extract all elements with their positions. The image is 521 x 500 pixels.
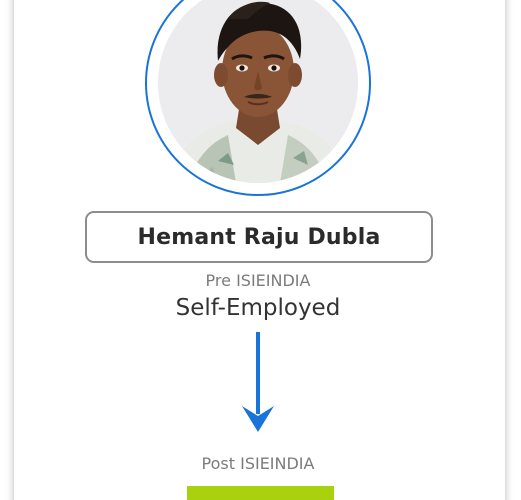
profile-photo [158, 0, 358, 183]
page: Hemant Raju Dubla Pre ISIEINDIA Self-Emp… [0, 0, 521, 500]
arrow-down-icon [242, 332, 274, 432]
name-box: Hemant Raju Dubla [85, 211, 433, 263]
post-value-badge [187, 486, 334, 500]
pre-value: Self-Employed [175, 295, 341, 321]
post-label: Post ISIEINDIA [201, 454, 315, 473]
profile-name: Hemant Raju Dubla [137, 224, 381, 250]
pre-label: Pre ISIEINDIA [205, 271, 311, 290]
avatar [158, 0, 358, 183]
